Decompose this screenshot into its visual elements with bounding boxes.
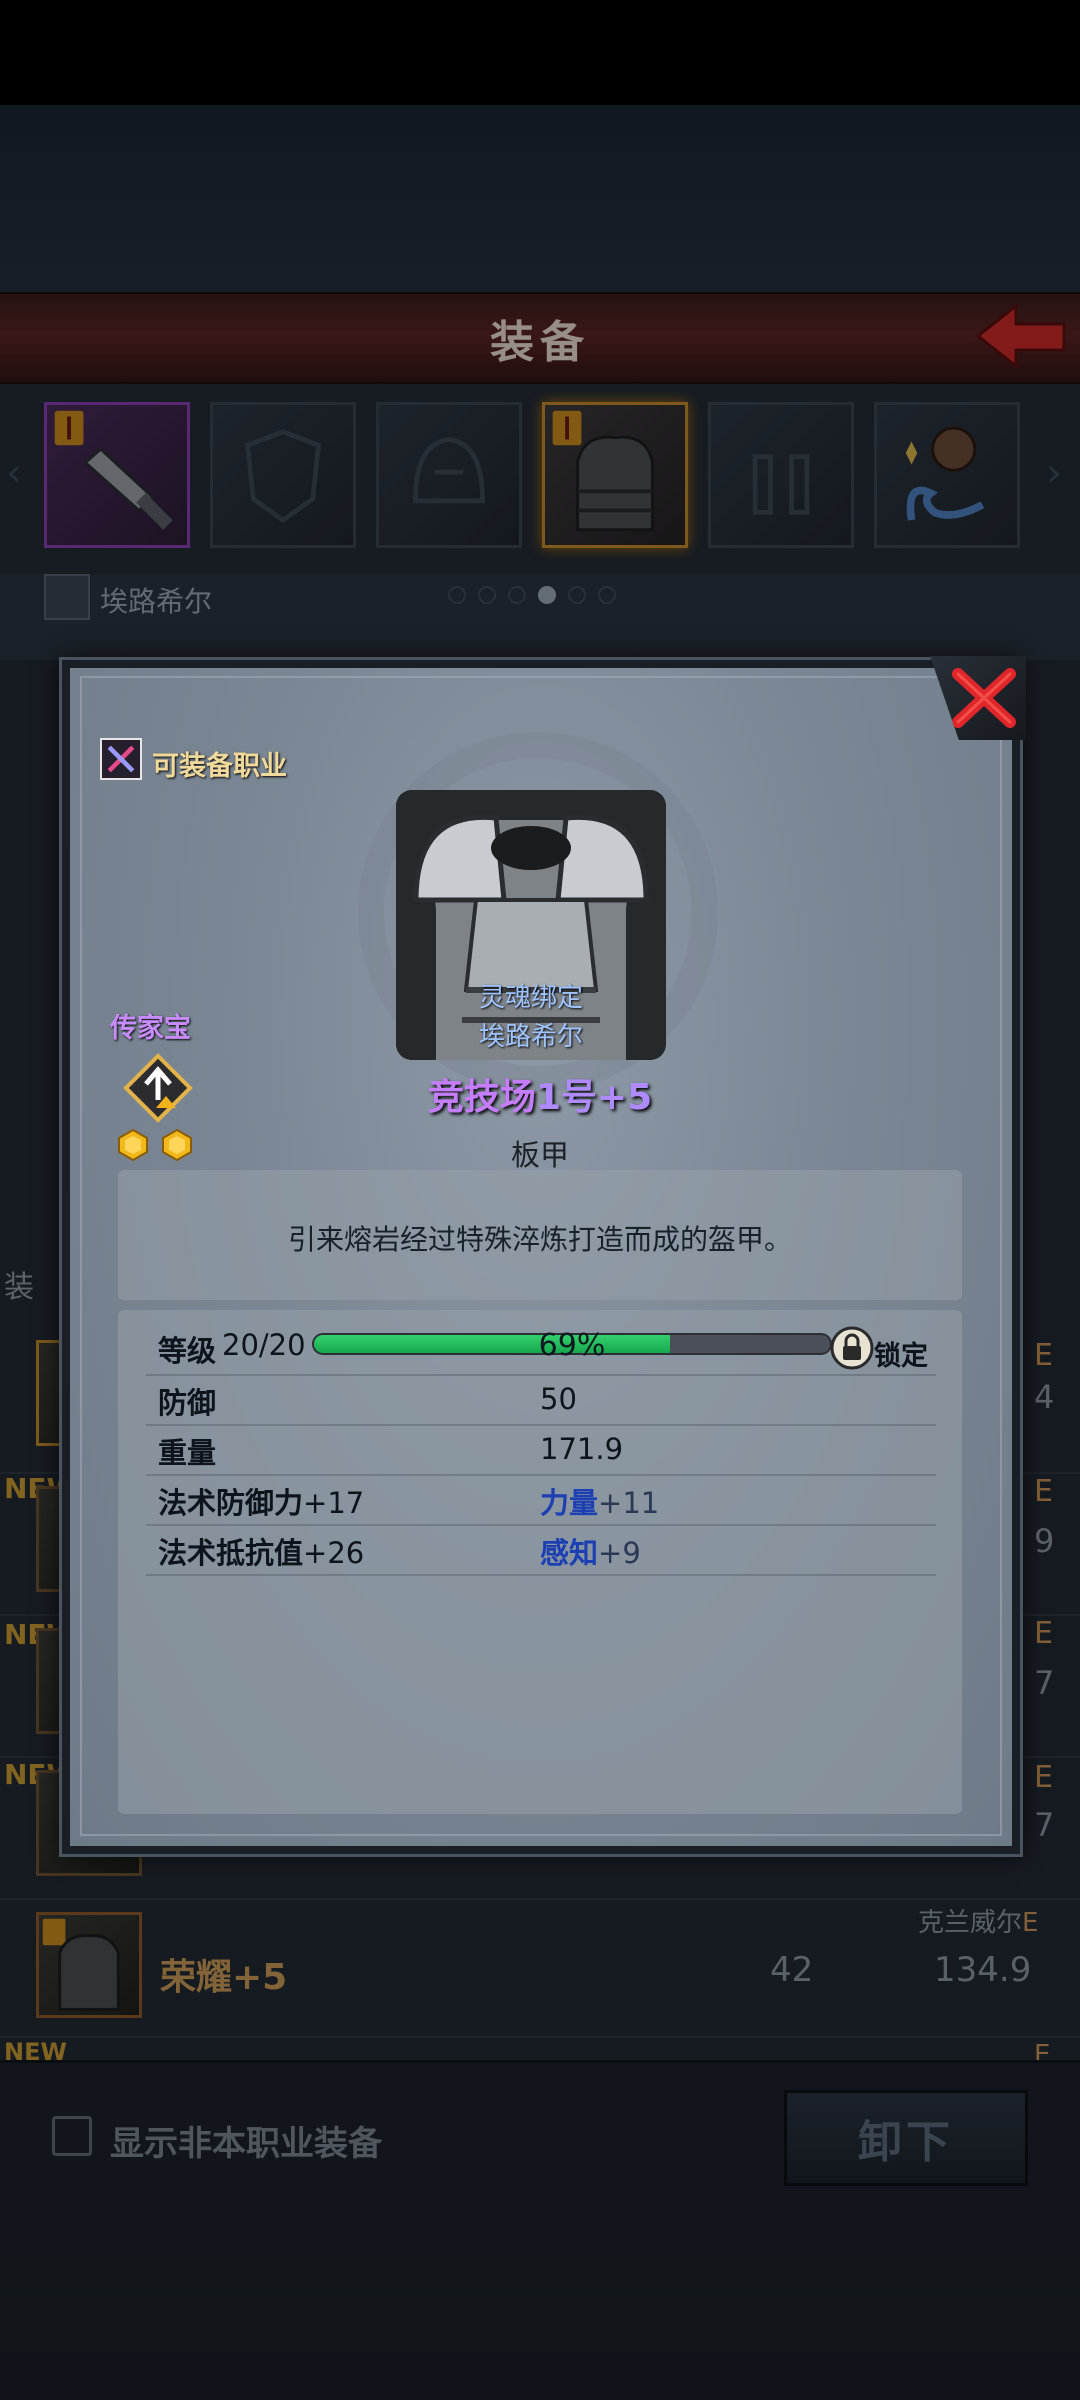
magic-resist-label: 法术抵抗值 (158, 1536, 304, 1570)
hex-gem-icon (160, 1128, 194, 1162)
strength-label: 力量 (540, 1486, 599, 1520)
magic-defense-label: 法术防御力 (158, 1486, 304, 1520)
item-name-base: 竞技场 (427, 1077, 536, 1118)
heirloom-label: 传家宝 (110, 1013, 191, 1044)
divider (146, 1574, 936, 1576)
hex-gem-icon (116, 1128, 150, 1162)
magic-resist-stat: 法术抵抗值+26 (158, 1530, 364, 1572)
strength-stat: 力量+11 (540, 1480, 659, 1522)
magic-defense-stat: 法术防御力+17 (158, 1480, 364, 1522)
lock-label[interactable]: 锁定 (874, 1334, 928, 1373)
lock-icon[interactable] (830, 1326, 874, 1370)
magic-resist-value: +26 (303, 1536, 365, 1570)
heirloom-icon[interactable] (122, 1052, 194, 1124)
divider (146, 1424, 936, 1426)
level-value: 20/20 (222, 1328, 306, 1362)
xp-percent: 69% (538, 1328, 606, 1363)
wisdom-stat: 感知+9 (540, 1530, 641, 1572)
weight-label: 重量 (158, 1436, 217, 1470)
wisdom-label: 感知 (540, 1536, 599, 1570)
defense-value: 50 (540, 1382, 577, 1416)
item-name: 竞技场1号+5 (300, 1068, 780, 1120)
wisdom-value: +9 (598, 1536, 641, 1570)
soulbound-owner: 埃路希尔 (478, 1022, 583, 1052)
divider (146, 1474, 936, 1476)
item-type: 板甲 (510, 1138, 569, 1172)
item-description: 引来熔岩经过特殊淬炼打造而成的盔甲。 (287, 1223, 792, 1256)
weight-value: 171.9 (540, 1432, 624, 1466)
close-icon (952, 668, 1016, 728)
soulbound-label: 灵魂绑定 (478, 983, 583, 1013)
divider (146, 1524, 936, 1526)
magic-defense-value: +17 (303, 1486, 365, 1520)
class-icon[interactable] (100, 738, 142, 780)
class-label[interactable]: 可装备职业 (152, 744, 287, 783)
level-label: 等级 (158, 1334, 217, 1368)
divider (146, 1374, 936, 1376)
item-name-suffix: 1号+5 (535, 1077, 653, 1118)
strength-value: +11 (598, 1486, 660, 1520)
defense-label: 防御 (158, 1386, 217, 1420)
